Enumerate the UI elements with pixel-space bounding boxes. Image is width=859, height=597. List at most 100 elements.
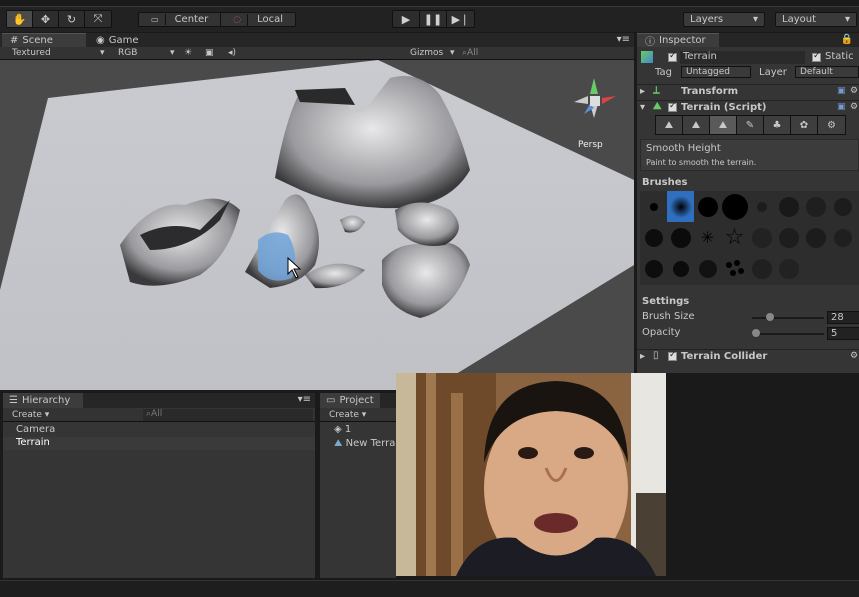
brush-item[interactable]: ✳ [694,222,721,253]
brush-item[interactable] [802,222,829,253]
scene-viewport[interactable]: Persp [0,60,634,390]
audio-toggle-icon[interactable]: ◂) [228,48,236,58]
raise-lower-tool-button[interactable]: ⛰ [656,116,683,134]
step-button[interactable]: ▶❘ [447,11,474,27]
color-mode-arrow-icon: ▾ [170,48,175,58]
brush-size-knob[interactable] [766,313,774,321]
gear-icon: ⚙ [827,119,836,131]
help-icon[interactable]: ▣ [837,86,846,96]
settings-gear-icon[interactable]: ⚙ [850,351,858,361]
paint-height-tool-button[interactable]: ⛰ [683,116,710,134]
hierarchy-search-input[interactable]: ⌕All [143,409,313,421]
project-create-button[interactable]: Create ▾ [329,410,366,420]
play-button[interactable]: ▶ [393,11,420,27]
brush-item[interactable] [694,191,721,222]
raise-terrain-icon: ⛰ [664,119,674,131]
hand-tool-button[interactable]: ✋ [7,11,33,27]
layers-dropdown[interactable]: Layers ▾ [683,12,765,27]
rotate-tool-button[interactable]: ↻ [59,11,85,27]
scene-orientation-gizmo[interactable] [566,70,626,130]
render-mode-arrow-icon: ▾ [100,48,105,58]
static-checkbox[interactable] [812,51,821,62]
tool-description: Paint to smooth the terrain. [646,158,757,167]
brush-item[interactable] [667,222,694,253]
brush-item[interactable] [721,191,748,222]
brush-item[interactable] [640,191,667,222]
opacity-field[interactable]: 5 [827,327,859,340]
brush-item[interactable] [748,253,775,284]
pause-button[interactable]: ❚❚ [420,11,447,27]
lock-icon[interactable]: 🔒 [841,34,853,45]
terrain-asset-icon: ⛰ [334,438,343,449]
paint-texture-tool-button[interactable]: ✎ [737,116,764,134]
hierarchy-create-button[interactable]: Create ▾ [12,410,49,420]
tag-layer-row: Tag Untagged Layer Default [637,66,859,80]
brush-size-slider[interactable] [752,317,824,319]
list-icon: ☰ [9,395,18,406]
lighting-toggle-icon[interactable]: ☀ [184,48,192,58]
paint-details-tool-button[interactable]: ✿ [791,116,818,134]
transform-component-header[interactable]: ▸ ⟂ Transform ▣ ⚙ [637,84,859,98]
brush-size-field[interactable]: 28 [827,311,859,324]
hierarchy-item-terrain[interactable]: Terrain [3,437,315,450]
project-toolbar: Create ▾ [320,409,396,422]
brush-item[interactable] [775,253,802,284]
project-panel: ▭ Project Create ▾ ◈ 1 ⛰ New Terra [320,393,396,578]
gizmos-dropdown[interactable]: Gizmos [410,48,443,58]
settings-gear-icon[interactable]: ⚙ [850,86,858,96]
brush-size-row: Brush Size 28 [642,311,859,325]
brush-item-selected[interactable] [667,191,694,222]
tab-scene[interactable]: # Scene [2,33,86,47]
settings-heading: Settings [642,296,690,307]
terrain-collider-header[interactable]: ▸ ▯ Terrain Collider ⚙ [637,349,859,363]
brush-item[interactable] [748,222,775,253]
brush-item[interactable] [775,191,802,222]
collider-checkbox[interactable] [668,350,677,361]
opacity-knob[interactable] [751,329,760,337]
scene-search-input[interactable]: ⌕All [462,48,478,58]
brush-item[interactable] [721,253,748,284]
pivot-local-button[interactable]: ◌ Local [221,13,295,26]
layer-dropdown[interactable]: Default [795,66,859,78]
scale-tool-button[interactable]: ⤧ [85,11,111,27]
brush-item[interactable] [829,222,856,253]
hierarchy-item-camera[interactable]: Camera [3,424,315,437]
tab-inspector[interactable]: ⓘ Inspector [637,33,719,48]
status-bar [0,580,859,597]
project-item-terrain[interactable]: ⛰ New Terra [334,438,395,449]
project-item-scene[interactable]: ◈ 1 [334,424,351,435]
panel-menu-icon[interactable]: ▾≡ [298,394,311,405]
terrain-script-checkbox[interactable] [668,101,677,112]
static-label: Static [825,51,854,62]
brush-item[interactable]: ☆ [721,222,748,253]
pivot-center-button[interactable]: ▭ Center [139,13,222,26]
brush-item[interactable] [748,191,775,222]
opacity-slider[interactable] [752,333,824,335]
brush-item[interactable] [802,191,829,222]
scale-icon: ⤧ [93,12,103,25]
image-toggle-icon[interactable]: ▣ [205,48,214,58]
smooth-height-tool-button[interactable]: ⛰ [710,116,737,134]
tab-hierarchy[interactable]: ☰ Hierarchy [3,393,83,408]
brush-item[interactable] [667,253,694,284]
panel-menu-icon[interactable]: ▾≡ [617,34,630,45]
tab-project[interactable]: ▭ Project [320,393,380,408]
settings-gear-icon[interactable]: ⚙ [850,102,858,112]
layout-dropdown[interactable]: Layout ▾ [775,12,857,27]
terrain-settings-tool-button[interactable]: ⚙ [818,116,845,134]
render-mode-dropdown[interactable]: Textured [12,48,51,58]
color-mode-dropdown[interactable]: RGB [118,48,137,58]
place-trees-tool-button[interactable]: ♣ [764,116,791,134]
active-checkbox[interactable] [668,51,677,62]
move-tool-button[interactable]: ✥ [33,11,59,27]
brush-item[interactable] [694,253,721,284]
tag-dropdown[interactable]: Untagged [681,66,751,78]
brush-item[interactable] [640,253,667,284]
brush-item[interactable] [775,222,802,253]
object-name-field[interactable]: Terrain [680,51,805,64]
tab-game[interactable]: ◉ Game [88,33,147,47]
brush-item[interactable] [829,191,856,222]
terrain-script-header[interactable]: ▾ ⛰ Terrain (Script) ▣ ⚙ [637,100,859,114]
brush-item[interactable] [640,222,667,253]
help-icon[interactable]: ▣ [837,102,846,112]
